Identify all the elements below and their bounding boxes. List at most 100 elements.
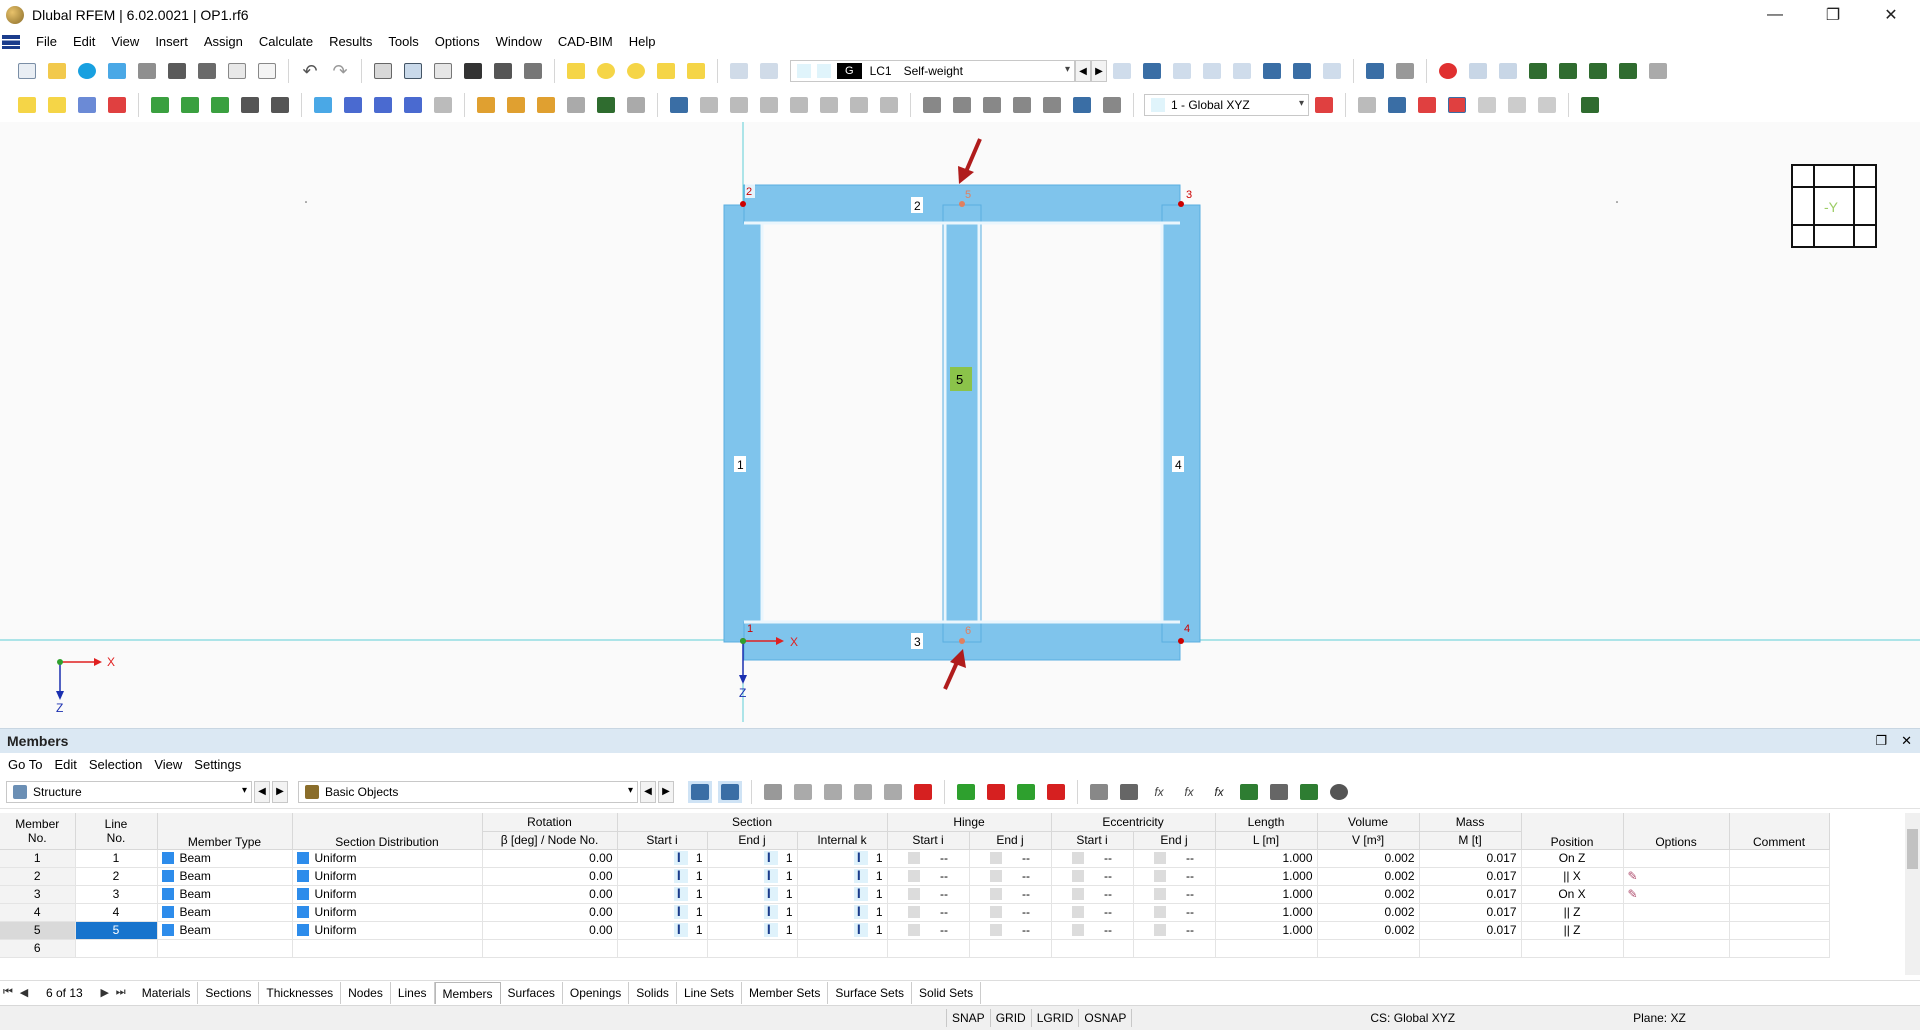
cell-mass[interactable]: 0.017 [1419,867,1522,886]
text-format-icon[interactable] [1117,781,1141,803]
menu-options[interactable]: Options [427,30,488,54]
clear-row-icon[interactable] [881,781,905,803]
col-header-section[interactable]: Section [617,813,888,832]
tab-sections[interactable]: Sections [198,981,260,1004]
remove-icon[interactable] [984,781,1008,803]
panel-icon[interactable] [431,60,455,82]
lgrid-toggle[interactable]: LGRID [1032,1009,1080,1027]
menu-view[interactable]: View [103,30,147,54]
cell-hinge-end[interactable] [969,939,1052,958]
menu-calculate[interactable]: Calculate [251,30,321,54]
node-6[interactable] [959,638,965,644]
col-header-volume-unit[interactable]: V [m³] [1317,831,1420,850]
view-minus-x-icon[interactable] [1616,60,1640,82]
find-icon[interactable] [594,60,618,82]
redo-icon[interactable]: ↷ [328,60,352,82]
restore-button[interactable]: ❐ [1804,0,1862,30]
formula-clear-icon[interactable]: fx [1177,781,1201,803]
user-cs-icon[interactable] [1312,94,1336,116]
delete-row-icon[interactable] [851,781,875,803]
shell-icon[interactable] [787,94,811,116]
cell-rotation[interactable]: 0.00 [482,903,618,922]
first-page-icon[interactable]: ⏮ [0,986,16,999]
table-row[interactable]: 1 1 Beam Uniform 0.00 1 1 1 -- -- -- -- 1.000 0.002 0.… [0,849,1830,868]
cell-comment[interactable] [1729,849,1830,868]
menu-window[interactable]: Window [488,30,550,54]
table-view-icon[interactable] [761,781,785,803]
cell-section-start[interactable]: 1 [617,849,708,868]
col-header-line-no[interactable]: Line No. [75,813,158,850]
model-viewport[interactable]: 2 3 1 4 5 6 1 2 3 4 5 X Z X Z -Y [0,122,1920,730]
snap-toggle[interactable]: SNAP [947,1009,991,1027]
script-icon[interactable] [491,60,515,82]
open-folder-icon[interactable] [45,60,69,82]
cell-comment[interactable] [1729,885,1830,904]
console-icon[interactable] [461,60,485,82]
cell-section-end[interactable] [707,939,798,958]
menu-edit[interactable]: Edit [65,30,103,54]
col-header-length-unit[interactable]: L [m] [1215,831,1318,850]
cell-volume[interactable]: 0.002 [1317,849,1420,868]
cell-ecc-end[interactable] [1133,939,1216,958]
cell-line-no[interactable]: 3 [75,885,158,904]
cell-ecc-end[interactable]: -- [1133,885,1216,904]
tab-openings[interactable]: Openings [563,981,630,1004]
col-header-hinge[interactable]: Hinge [887,813,1052,832]
cell-ecc-start[interactable]: -- [1051,867,1134,886]
navigator-icon[interactable] [371,60,395,82]
cell-position[interactable]: On X [1521,885,1624,904]
cell-options[interactable]: ✎ [1623,867,1730,886]
cell-line-no[interactable]: 5 [75,921,158,940]
print-preview-icon[interactable] [135,60,159,82]
col-header-position[interactable]: Position [1521,813,1624,850]
cell-hinge-end[interactable]: -- [969,921,1052,940]
panel-settings-icon[interactable] [1393,60,1417,82]
rotate-view-icon[interactable] [1505,94,1529,116]
plane-icon[interactable] [877,94,901,116]
next-category-button[interactable]: ▶ [658,780,674,803]
cell-section-internal[interactable]: 1 [797,849,888,868]
cell-options[interactable]: ✎ [1623,885,1730,904]
print-icon[interactable] [195,60,219,82]
cell-rotation[interactable]: 0.00 [482,867,618,886]
cell-length[interactable]: 1.000 [1215,885,1318,904]
divide-icon[interactable] [1070,94,1094,116]
menu-file[interactable]: File [28,30,65,54]
new-block-icon[interactable] [401,94,425,116]
cell-comment[interactable] [1729,921,1830,940]
cell-line-no[interactable]: 4 [75,903,158,922]
cell-line-no[interactable]: 1 [75,849,158,868]
nodal-load-icon[interactable] [474,94,498,116]
cell-position[interactable]: On Z [1521,849,1624,868]
cell-section-end[interactable]: 1 [707,849,798,868]
move-icon[interactable] [920,94,944,116]
tab-lines[interactable]: Lines [391,981,435,1004]
new-member-icon[interactable] [75,94,99,116]
tab-materials[interactable]: Materials [135,981,199,1004]
cell-member-no[interactable]: 1 [0,849,76,868]
panel-close-icon[interactable]: ✕ [1901,733,1912,749]
load-case-select[interactable]: G LC1 Self-weight ▾ [790,60,1075,82]
col-header-member-no[interactable]: Member No. [0,813,76,850]
cell-ecc-start[interactable]: -- [1051,903,1134,922]
cell-member-no[interactable]: 2 [0,867,76,886]
menu-insert[interactable]: Insert [147,30,196,54]
cell-ecc-start[interactable]: -- [1051,921,1134,940]
minimize-button[interactable]: — [1746,0,1804,30]
scale-icon[interactable] [1040,94,1064,116]
panel-menu-settings[interactable]: Settings [188,757,247,772]
col-header-hinge-end[interactable]: End j [969,831,1052,850]
cell-section-start[interactable]: 1 [617,921,708,940]
cell-volume[interactable]: 0.002 [1317,903,1420,922]
grid-icon[interactable] [1355,94,1379,116]
col-header-rotation-sub[interactable]: β [deg] / Node No. [482,831,618,850]
web-services-icon[interactable] [105,60,129,82]
result-scale-icon[interactable] [1320,60,1344,82]
col-header-ecc-end[interactable]: End j [1133,831,1216,850]
new-line-icon[interactable] [45,94,69,116]
cell-ecc-end[interactable]: -- [1133,849,1216,868]
table-scrollbar[interactable] [1905,813,1920,975]
cell-ecc-start[interactable]: -- [1051,885,1134,904]
cell-member-no[interactable]: 3 [0,885,76,904]
coordinate-system-select[interactable]: 1 - Global XYZ ▾ [1144,94,1309,116]
